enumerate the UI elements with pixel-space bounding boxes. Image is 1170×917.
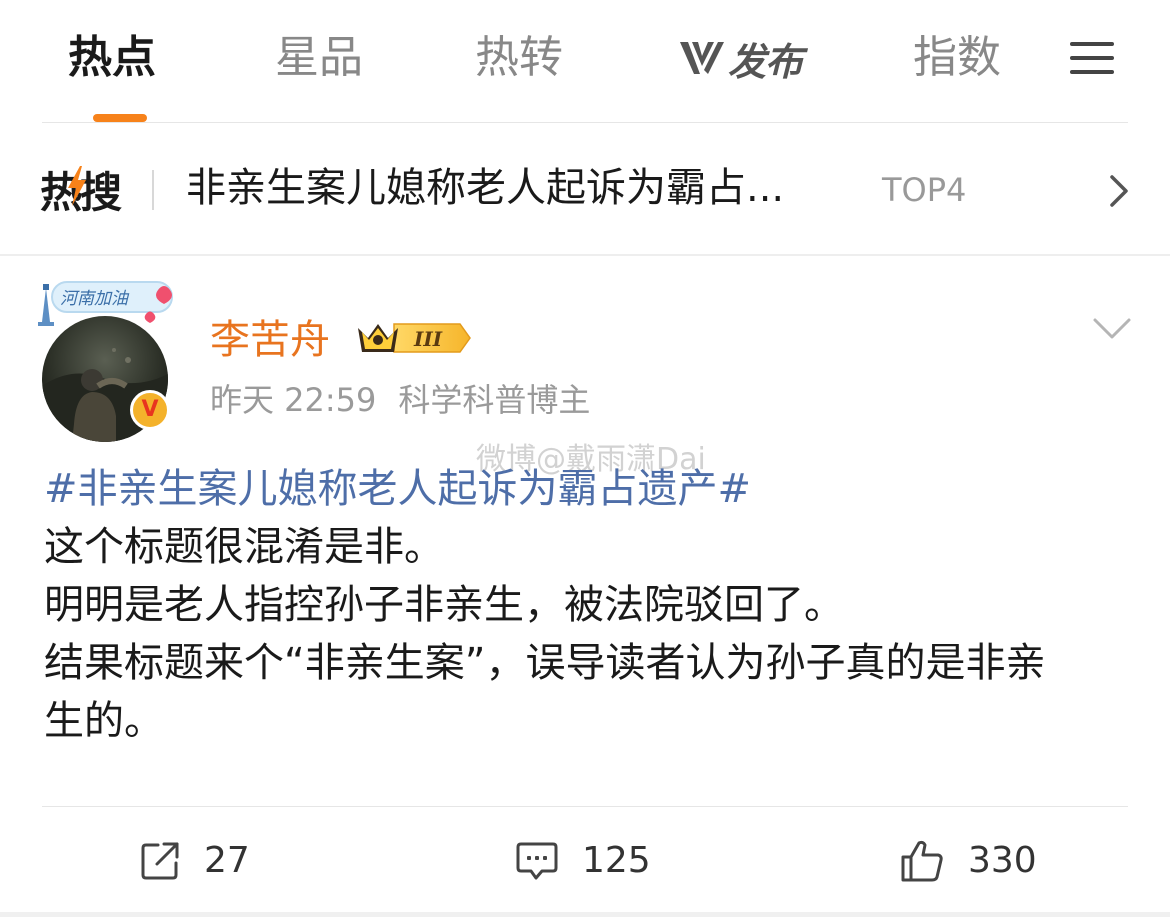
post-text-line: 生的。	[44, 698, 164, 744]
hashtag-link[interactable]: #非亲生案儿媳称老人起诉为霸占遗产#	[44, 460, 1128, 518]
tabs-divider	[42, 122, 1128, 123]
repost-count: 27	[204, 840, 250, 881]
tab-index[interactable]: 指数	[913, 28, 1001, 88]
comment-button[interactable]: 125	[516, 836, 651, 886]
avatar-frame-text: 河南加油	[60, 289, 130, 309]
avatar-frame-banner: 河南加油	[38, 281, 173, 326]
avatar-container[interactable]: 河南加油 V	[34, 274, 180, 442]
action-bar: 27 125 330	[0, 806, 1170, 916]
hot-search-row[interactable]: 热搜 非亲生案儿媳称老人起诉为霸占... TOP4	[0, 124, 1170, 254]
author-tag: 科学科普博主	[398, 381, 591, 419]
v-logo-icon	[680, 42, 724, 74]
post-time: 昨天 22:59	[210, 381, 377, 419]
username[interactable]: 李苦舟	[210, 312, 330, 368]
hot-search-rank: TOP4	[882, 171, 967, 209]
post-text-line: 结果标题来个“非亲生案”，误导读者认为孙子真的是非亲	[44, 640, 1046, 686]
hot-search-separator	[152, 170, 154, 210]
like-count: 330	[968, 840, 1037, 881]
tab-hot[interactable]: 热点	[68, 28, 156, 88]
repost-icon	[141, 842, 179, 880]
post-body: #非亲生案儿媳称老人起诉为霸占遗产# 这个标题很混淆是非。 明明是老人指控孙子非…	[44, 460, 1128, 750]
tab-publish-label: 发布	[728, 39, 803, 84]
tab-hot-reposts[interactable]: 热转	[475, 28, 563, 88]
menu-icon[interactable]	[1070, 40, 1114, 76]
vip-level: III	[413, 327, 443, 351]
bottom-separator	[0, 912, 1170, 917]
section-divider	[0, 254, 1170, 256]
active-tab-indicator	[93, 114, 147, 122]
thumbs-up-icon	[901, 840, 943, 882]
tab-publish[interactable]: 发布	[678, 30, 803, 86]
comment-icon	[516, 842, 558, 880]
post-text-line: 这个标题很混淆是非。	[44, 524, 444, 570]
post-text-line: 明明是老人指控孙子非亲生，被法院驳回了。	[44, 582, 844, 628]
chevron-down-icon[interactable]	[1092, 316, 1132, 342]
tab-star-products[interactable]: 星品	[275, 28, 363, 88]
vip-crown-badge[interactable]: III	[354, 318, 472, 358]
like-button[interactable]: 330	[900, 836, 1037, 886]
chevron-right-icon[interactable]	[1108, 174, 1132, 208]
comment-count: 125	[582, 840, 651, 881]
hot-search-title[interactable]: 非亲生案儿媳称老人起诉为霸占...	[186, 160, 784, 216]
repost-button[interactable]: 27	[140, 836, 250, 886]
top-tab-bar: 热点 星品 热转 发布 指数	[0, 0, 1170, 122]
hot-search-logo: 热搜	[40, 164, 122, 217]
verified-badge: V	[130, 390, 170, 430]
post-meta: 昨天 22:59 科学科普博主	[210, 378, 590, 422]
verified-mark: V	[141, 397, 159, 422]
lightning-icon	[68, 166, 86, 206]
